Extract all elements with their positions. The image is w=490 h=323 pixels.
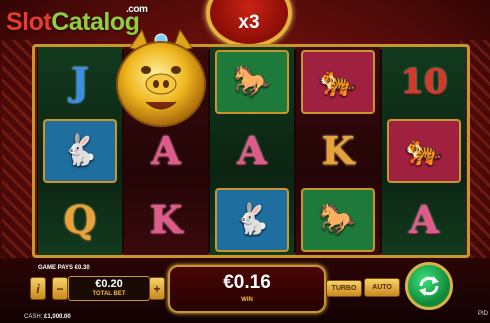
spin-button[interactable]: [405, 262, 453, 310]
rabbit-icon: 🐇: [233, 203, 271, 236]
horse-icon: 🐎: [233, 65, 271, 98]
auto-button[interactable]: AUTO: [364, 278, 400, 297]
symbol-k: K: [321, 128, 355, 173]
win-label: WIN: [241, 297, 253, 303]
symbol-q: Q: [63, 197, 97, 242]
symbol-a: A: [409, 197, 439, 242]
corner-text: PID: [478, 311, 489, 317]
golden-pig-icon: [116, 28, 206, 127]
symbol-j: J: [71, 59, 89, 104]
reel-frame: J 🐇 Q A K 🐎 A 🐇 🐅 K 🐎 10 🐅 A: [32, 44, 470, 258]
horse-icon: 🐎: [319, 203, 357, 236]
game-pays-text: GAME PAYS €0.30: [38, 265, 90, 271]
tiger-icon: 🐅: [405, 134, 443, 167]
bet-increase-button[interactable]: +: [149, 277, 165, 300]
total-bet-label: TOTAL BET: [92, 291, 126, 297]
cash-label: CASH:: [24, 314, 43, 320]
total-bet-display: €0.20 TOTAL BET: [68, 276, 150, 301]
total-bet-value: €0.20: [95, 278, 123, 290]
symbol-horse: 🐎: [296, 185, 380, 254]
reel-3: 🐎 A 🐇: [210, 47, 294, 255]
refresh-icon: [419, 276, 439, 296]
left-pattern: [2, 40, 32, 260]
symbol-k: K: [149, 197, 183, 242]
bet-decrease-button[interactable]: −: [52, 277, 68, 300]
reel-4: 🐅 K 🐎: [296, 47, 380, 255]
symbol-a: A: [237, 128, 267, 173]
turbo-button[interactable]: TURBO: [326, 280, 362, 297]
tiger-icon: 🐅: [319, 65, 357, 98]
multiplier-label: x3: [238, 12, 260, 33]
symbol-tiger: 🐅: [382, 116, 466, 185]
info-button[interactable]: i: [30, 277, 46, 300]
cash-value: £1,000.00: [44, 314, 71, 320]
symbol-horse: 🐎: [210, 47, 294, 116]
symbol-tiger: 🐅: [296, 47, 380, 116]
symbol-10: 10: [400, 61, 448, 102]
rabbit-icon: 🐇: [61, 134, 99, 167]
cash-display: CASH: £1,000.00: [24, 314, 71, 320]
reel-5: 10 🐅 A: [382, 47, 466, 255]
win-display: €0.16 WIN: [168, 265, 326, 313]
symbol-rabbit: 🐇: [210, 185, 294, 254]
win-value: €0.16: [223, 272, 271, 293]
symbol-rabbit: 🐇: [38, 116, 122, 185]
reel-1: J 🐇 Q: [38, 47, 122, 255]
